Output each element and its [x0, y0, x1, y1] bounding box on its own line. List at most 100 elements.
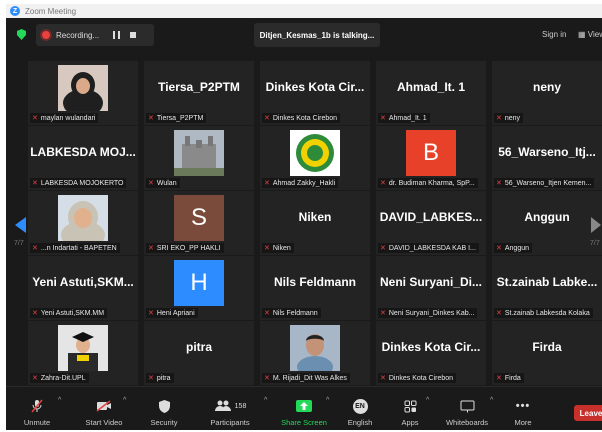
- participant-name-label: ✕ Anggun: [494, 243, 533, 253]
- participant-name-label: ✕ Niken: [262, 243, 294, 253]
- previous-page-arrow-icon[interactable]: [15, 217, 26, 233]
- start-video-button[interactable]: Start Video: [82, 391, 126, 427]
- participant-tile[interactable]: H ✕ Heni Apriani: [144, 256, 254, 320]
- page-indicator-left: 7/7: [14, 240, 24, 247]
- participant-initial-avatar: S: [174, 195, 224, 241]
- muted-mic-icon: ✕: [264, 374, 270, 382]
- participant-display-name: DAVID_LABKES...: [379, 210, 483, 224]
- participant-tile[interactable]: LABKESDA MOJ... ✕ LABKESDA MOJOKERTO: [28, 126, 138, 190]
- participant-tile[interactable]: ✕ maylan wulandari: [28, 61, 138, 125]
- view-button[interactable]: ▦ View: [578, 30, 602, 39]
- active-speaker-banner: Ditjen_Kesmas_1b is talking...: [254, 23, 380, 47]
- muted-mic-icon: [31, 397, 43, 415]
- participant-tile[interactable]: Niken ✕ Niken: [260, 191, 370, 255]
- security-shield-icon[interactable]: [17, 29, 26, 40]
- participant-tile[interactable]: Neni Suryani_Di... ✕ Neni Suryani_Dinkes K…: [376, 256, 486, 320]
- participant-display-name: Ahmad_It. 1: [396, 80, 465, 94]
- participant-display-name: Niken: [298, 210, 332, 224]
- participant-name-label: ✕ St.zainab Labkesda Kolaka: [494, 308, 593, 318]
- participant-tile[interactable]: B ✕ dr. Budiman Kharma, SpP...: [376, 126, 486, 190]
- whiteboard-options-caret-icon[interactable]: ^: [490, 397, 493, 404]
- participant-tile[interactable]: Anggun ✕ Anggun: [492, 191, 602, 255]
- participant-display-name: Dinkes Kota Cir...: [265, 80, 365, 94]
- participant-name-text: Yeni Astuti,SKM.MM: [40, 309, 105, 317]
- participant-tile[interactable]: ✕ Zahra-Dit.UPL: [28, 321, 138, 385]
- participant-tile[interactable]: neny ✕ neny: [492, 61, 602, 125]
- apps-label: Apps: [401, 418, 419, 427]
- apps-button[interactable]: Apps: [392, 391, 428, 427]
- muted-mic-icon: ✕: [496, 179, 502, 187]
- participant-tile[interactable]: DAVID_LABKES... ✕ DAVID_LABKESDA KAB I...: [376, 191, 486, 255]
- participant-tile[interactable]: Dinkes Kota Cir... ✕ Dinkes Kota Cirebon: [260, 61, 370, 125]
- participants-options-caret-icon[interactable]: ^: [264, 397, 267, 404]
- whiteboards-button[interactable]: Whiteboards: [442, 391, 492, 427]
- participant-tile[interactable]: 56_Warseno_Itj... ✕ 56_Warseno_Itjen Kemen…: [492, 126, 602, 190]
- share-options-caret-icon[interactable]: ^: [326, 397, 329, 404]
- more-button[interactable]: ••• More: [506, 391, 540, 427]
- participant-tile[interactable]: ✕ ...n Indartati - BAPETEN: [28, 191, 138, 255]
- muted-mic-icon: ✕: [148, 114, 154, 122]
- participant-tile[interactable]: Yeni Astuti,SKM... ✕ Yeni Astuti,SKM.MM: [28, 256, 138, 320]
- participant-name-text: Neni Suryani_Dinkes Kab...: [388, 309, 475, 317]
- unmute-button[interactable]: Unmute: [20, 391, 54, 427]
- participant-tile[interactable]: pitra ✕ pitra: [144, 321, 254, 385]
- participant-name-label: ✕ Heni Apriani: [146, 308, 198, 318]
- participant-name-text: Nils Feldmann: [272, 309, 318, 317]
- sign-in-link[interactable]: Sign in: [542, 30, 566, 39]
- participant-tile[interactable]: Dinkes Kota Cir... ✕ Dinkes Kota Cirebon: [376, 321, 486, 385]
- participants-button[interactable]: 158 Participants: [206, 391, 254, 427]
- participant-tile[interactable]: ✕ M. Rijadi_Dit Was Alkes: [260, 321, 370, 385]
- participant-name-text: Anggun: [504, 244, 530, 252]
- participant-name-label: ✕ Zahra-Dit.UPL: [30, 373, 89, 383]
- share-screen-button[interactable]: Share Screen: [278, 391, 330, 427]
- video-off-icon: [96, 397, 112, 415]
- participant-tile[interactable]: Ahmad_It. 1 ✕ Ahmad_It. 1: [376, 61, 486, 125]
- participant-name-label: ✕ LABKESDA MOJOKERTO: [30, 178, 127, 188]
- participant-photo: [174, 130, 224, 176]
- participant-name-text: dr. Budiman Kharma, SpP...: [388, 179, 475, 187]
- muted-mic-icon: ✕: [148, 179, 154, 187]
- whiteboard-icon: [460, 397, 475, 415]
- title-bar: Z Zoom Meeting: [6, 4, 602, 18]
- participant-tile[interactable]: St.zainab Labke... ✕ St.zainab Labkesda Ko…: [492, 256, 602, 320]
- next-page-arrow-icon[interactable]: [591, 217, 601, 233]
- security-button[interactable]: Security: [144, 391, 184, 427]
- audio-options-caret-icon[interactable]: ^: [58, 397, 61, 404]
- participant-display-name: St.zainab Labke...: [496, 275, 598, 289]
- muted-mic-icon: ✕: [380, 179, 386, 187]
- grid-view-icon: ▦: [578, 30, 586, 39]
- apps-options-caret-icon[interactable]: ^: [426, 397, 429, 404]
- participant-tile[interactable]: ✕ Wulan: [144, 126, 254, 190]
- participant-name-text: Zahra-Dit.UPL: [40, 374, 86, 382]
- participant-tile[interactable]: Nils Feldmann ✕ Nils Feldmann: [260, 256, 370, 320]
- participant-tile[interactable]: Tiersa_P2PTM ✕ Tiersa_P2PTM: [144, 61, 254, 125]
- recording-label: Recording...: [56, 30, 100, 40]
- participant-name-text: neny: [504, 114, 521, 122]
- participant-tile[interactable]: ✕ Ahmad Zakky_Hakli: [260, 126, 370, 190]
- security-shield-toolbar-icon: [158, 397, 170, 415]
- participant-name-text: SRI EKO_PP HAKLI: [156, 244, 221, 252]
- leave-button[interactable]: Leave: [574, 405, 602, 421]
- participant-name-text: M. Rijadi_Dit Was Alkes: [272, 374, 347, 382]
- participants-label: Participants: [210, 418, 250, 427]
- video-options-caret-icon[interactable]: ^: [123, 397, 126, 404]
- participant-display-name: Neni Suryani_Di...: [379, 275, 483, 289]
- recording-dot-icon: [42, 31, 50, 39]
- participant-name-label: ✕ Tiersa_P2PTM: [146, 113, 207, 123]
- participant-photo: [58, 65, 108, 111]
- language-button[interactable]: EN English: [340, 391, 380, 427]
- participant-name-label: ✕ DAVID_LABKESDA KAB I...: [378, 243, 479, 253]
- participant-name-text: 56_Warseno_Itjen Kemen...: [504, 179, 592, 187]
- participant-name-text: Dinkes Kota Cirebon: [388, 374, 454, 382]
- participant-name-text: DAVID_LABKESDA KAB I...: [388, 244, 476, 252]
- muted-mic-icon: ✕: [380, 374, 386, 382]
- participants-icon: 158: [214, 397, 246, 415]
- participant-tile[interactable]: Firda ✕ Firda: [492, 321, 602, 385]
- pause-recording-icon[interactable]: [113, 31, 121, 39]
- participant-tile[interactable]: S ✕ SRI EKO_PP HAKLI: [144, 191, 254, 255]
- share-screen-icon: [296, 397, 312, 415]
- participant-name-text: Heni Apriani: [156, 309, 195, 317]
- participant-initial-avatar: H: [174, 260, 224, 306]
- participant-display-name: Anggun: [524, 210, 570, 224]
- stop-recording-icon[interactable]: [130, 32, 137, 38]
